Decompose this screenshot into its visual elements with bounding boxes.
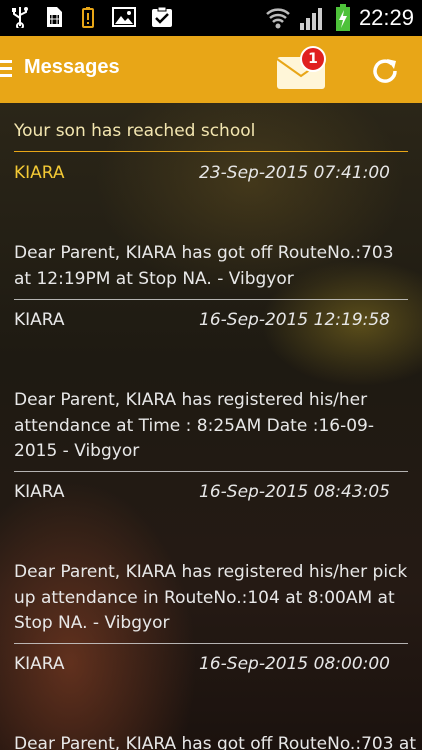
message-date: 16-Sep-2015 12:19:58: [199, 310, 390, 330]
message-date: 23-Sep-2015 07:41:00: [199, 163, 390, 183]
battery-alert-icon: [82, 7, 94, 28]
message-sender: KIARA: [14, 482, 65, 502]
message-body: Dear Parent, KIARA has got off RouteNo.:…: [14, 243, 394, 289]
signal-icon: [299, 8, 322, 30]
battery-charging-icon: [335, 4, 350, 31]
message-sender: KIARA: [14, 310, 65, 330]
message-sender: KIARA: [14, 654, 65, 674]
usb-icon: [12, 7, 28, 28]
notification-badge: 1: [300, 46, 326, 72]
image-icon: [112, 7, 136, 27]
refresh-icon[interactable]: [370, 56, 400, 86]
divider: [14, 471, 408, 472]
sim-card-icon: [47, 7, 62, 27]
clipboard-check-icon: [152, 6, 172, 27]
message-body: Dear Parent, KIARA has registered his/he…: [14, 390, 374, 461]
message-sender: KIARA: [14, 163, 65, 183]
header-divider: [14, 151, 408, 152]
message-date: 16-Sep-2015 08:00:00: [199, 654, 390, 674]
message-body: Dear Parent, KIARA has registered his/he…: [14, 562, 408, 633]
wifi-icon: [266, 8, 290, 29]
message-date: 16-Sep-2015 08:43:05: [199, 482, 390, 502]
menu-icon[interactable]: [0, 60, 14, 80]
divider: [14, 299, 408, 300]
divider: [14, 643, 408, 644]
message-subject: Your son has reached school: [14, 121, 256, 141]
status-time: 22:29: [358, 5, 414, 30]
app-bar: Messages 1: [0, 36, 422, 103]
status-bar: 22:29: [0, 0, 422, 36]
app-title: Messages: [24, 56, 120, 78]
message-body: Dear Parent, KIARA has got off RouteNo.:…: [14, 734, 416, 750]
messages-list[interactable]: Your son has reached school KIARA 23-Sep…: [0, 103, 422, 750]
